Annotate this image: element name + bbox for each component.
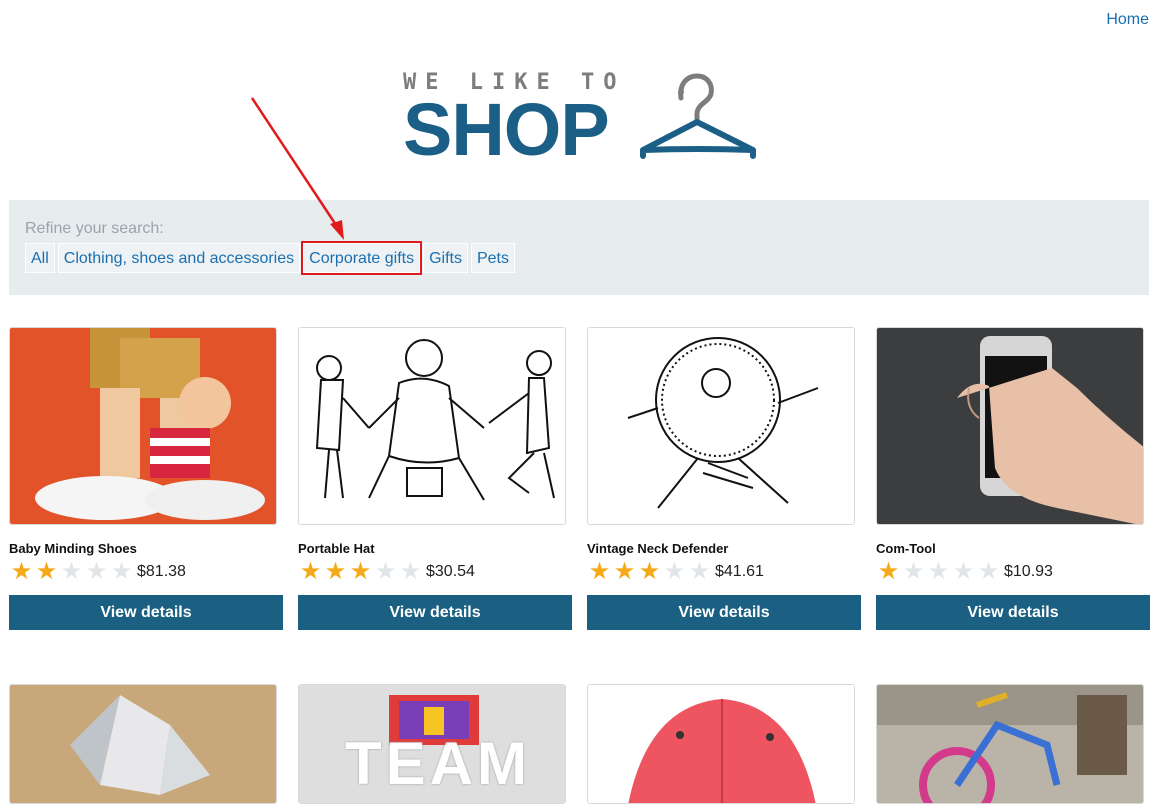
product-photo-icon [10, 328, 276, 524]
product-photo-icon [877, 328, 1143, 524]
product-price: $10.93 [1004, 563, 1053, 580]
product-name[interactable]: Baby Minding Shoes [9, 541, 283, 556]
refine-search-panel: Refine your search: All Clothing, shoes … [9, 200, 1149, 295]
star-empty-icon: ★ [688, 558, 711, 585]
star-filled-icon: ★ [877, 558, 900, 585]
product-rating: ★ ★ ★ ★ ★ $30.54 [298, 560, 572, 584]
star-empty-icon: ★ [902, 558, 925, 585]
star-empty-icon: ★ [60, 558, 83, 585]
product-image[interactable] [587, 684, 855, 804]
view-details-button[interactable]: View details [876, 595, 1150, 630]
star-filled-icon: ★ [10, 558, 33, 585]
bicycle-photo-icon [877, 685, 1143, 803]
filter-pets[interactable]: Pets [470, 243, 515, 273]
logo-wordmark: SHOP [403, 88, 610, 171]
star-empty-icon: ★ [374, 558, 397, 585]
origami-photo-icon [10, 685, 276, 803]
star-empty-icon: ★ [110, 558, 133, 585]
star-filled-icon: ★ [299, 558, 322, 585]
star-empty-icon: ★ [399, 558, 422, 585]
product-image[interactable] [876, 327, 1144, 525]
star-filled-icon: ★ [35, 558, 58, 585]
product-card: Com-Tool ★ ★ ★ ★ ★ $10.93 View details [876, 327, 1150, 630]
product-name[interactable]: Vintage Neck Defender [587, 541, 861, 556]
product-image[interactable] [587, 327, 855, 525]
product-rating: ★ ★ ★ ★ ★ $10.93 [876, 560, 1150, 584]
home-link[interactable]: Home [1106, 11, 1149, 29]
filter-all[interactable]: All [25, 243, 55, 273]
shop-logo: WE LIKE TO SHOP [403, 70, 763, 170]
star-empty-icon: ★ [927, 558, 950, 585]
product-rating: ★ ★ ★ ★ ★ $41.61 [587, 560, 861, 584]
team-image-text: TEAM [345, 730, 531, 797]
product-price: $81.38 [137, 563, 186, 580]
product-card: Baby Minding Shoes ★ ★ ★ ★ ★ $81.38 View deta… [9, 327, 283, 630]
product-image[interactable] [298, 327, 566, 525]
product-photo-icon [588, 328, 854, 524]
product-card [587, 684, 861, 804]
star-empty-icon: ★ [952, 558, 975, 585]
star-filled-icon: ★ [324, 558, 347, 585]
product-name[interactable]: Portable Hat [298, 541, 572, 556]
hanger-icon [640, 73, 756, 159]
product-card: TEAM [298, 684, 572, 804]
product-card: Portable Hat ★ ★ ★ ★ ★ $30.54 View details [298, 327, 572, 630]
view-details-button[interactable]: View details [9, 595, 283, 630]
product-card [876, 684, 1150, 804]
product-card: Vintage Neck Defender ★ ★ ★ ★ ★ $41.61 View d… [587, 327, 861, 630]
product-photo-icon [299, 328, 565, 524]
view-details-button[interactable]: View details [298, 595, 572, 630]
product-image[interactable]: TEAM [298, 684, 566, 804]
product-image[interactable] [876, 684, 1144, 804]
umbrella-photo-icon [588, 685, 854, 803]
product-image[interactable] [9, 684, 277, 804]
view-details-button[interactable]: View details [587, 595, 861, 630]
star-filled-icon: ★ [613, 558, 636, 585]
star-filled-icon: ★ [638, 558, 661, 585]
product-price: $41.61 [715, 563, 764, 580]
star-filled-icon: ★ [588, 558, 611, 585]
star-empty-icon: ★ [977, 558, 1000, 585]
product-card [9, 684, 283, 804]
product-image[interactable] [9, 327, 277, 525]
product-price: $30.54 [426, 563, 475, 580]
product-rating: ★ ★ ★ ★ ★ $81.38 [9, 560, 283, 584]
star-empty-icon: ★ [85, 558, 108, 585]
star-filled-icon: ★ [349, 558, 372, 585]
filter-gifts[interactable]: Gifts [423, 243, 468, 273]
product-name[interactable]: Com-Tool [876, 541, 1150, 556]
annotation-arrow [250, 97, 344, 240]
star-empty-icon: ★ [663, 558, 686, 585]
refine-search-title: Refine your search: [25, 220, 164, 237]
